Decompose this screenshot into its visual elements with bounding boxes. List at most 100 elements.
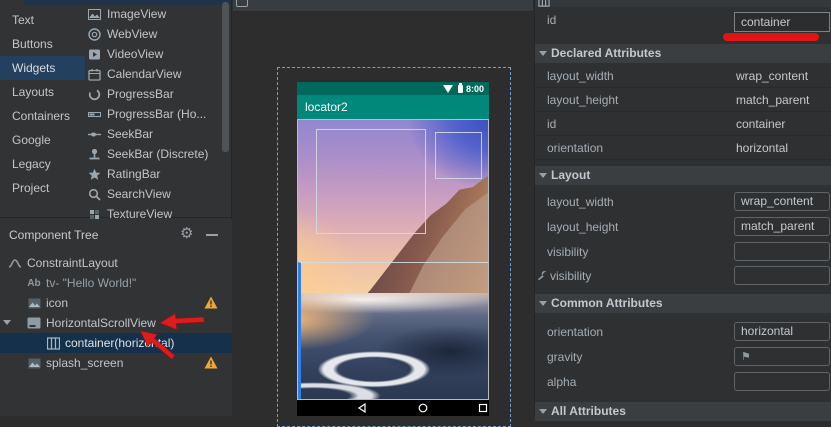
palette-category-google[interactable]: Google	[0, 128, 85, 152]
palette-category-layouts[interactable]: Layouts	[0, 80, 85, 104]
attr-value[interactable]: horizontal	[736, 141, 788, 155]
webview-icon	[88, 28, 101, 41]
tools-visibility-combo[interactable]	[734, 266, 830, 285]
id-label: id	[547, 13, 556, 27]
attr-name: visibility	[547, 245, 588, 259]
tree-item-label: HorizontalScrollView	[46, 316, 156, 330]
attr-name: id	[547, 117, 556, 131]
palette-item-calendarview[interactable]: CalendarView	[88, 64, 222, 84]
attr-value[interactable]: wrap_content	[736, 69, 808, 83]
attr-name: layout_width	[547, 69, 614, 83]
attr-row[interactable]: layout_width wrap_content	[535, 190, 831, 214]
gravity-field[interactable]: ⚑	[734, 347, 830, 366]
textview-icon: Ab	[27, 277, 41, 290]
videoview-icon	[88, 48, 101, 61]
alpha-field[interactable]	[734, 372, 830, 391]
palette-category-project[interactable]: Project	[0, 176, 85, 200]
tree-item-splash-screen[interactable]: splash_screen	[0, 353, 232, 373]
component-tree-title: Component Tree	[9, 227, 98, 243]
attr-value[interactable]: match_parent	[736, 93, 809, 107]
palette-item-label: SearchView	[107, 184, 171, 204]
palette-item-label: ImageView	[107, 4, 166, 24]
palette-item-label: VideoView	[107, 44, 163, 64]
attr-row[interactable]: orientation horizontal	[535, 136, 831, 160]
view-bounds-rect-1[interactable]	[316, 129, 426, 234]
palette-item-webview[interactable]: WebView	[88, 24, 222, 44]
tree-item-container[interactable]: container(horizontal)	[0, 333, 232, 353]
phone-preview[interactable]: 8:00 locator2	[297, 82, 489, 416]
section-all-attributes[interactable]: All Attributes	[535, 402, 831, 421]
id-input[interactable]: container	[734, 12, 830, 32]
linearlayout-horizontal-icon	[46, 337, 60, 350]
chevron-expanded-icon	[539, 51, 547, 56]
tree-item-label: ConstraintLayout	[27, 256, 118, 270]
section-declared-attributes[interactable]: Declared Attributes	[535, 44, 831, 63]
design-canvas[interactable]: 8:00 locator2	[233, 0, 533, 416]
tree-item-constraintlayout[interactable]: ConstraintLayout	[0, 253, 232, 273]
attr-row[interactable]: visibility	[535, 240, 831, 264]
palette-category-text[interactable]: Text	[0, 8, 85, 32]
chevron-expanded-icon	[539, 409, 547, 414]
section-title: Declared Attributes	[551, 46, 661, 60]
palette-item-progressbar-horizontal[interactable]: ProgressBar (Ho...	[88, 104, 222, 124]
orientation-combo[interactable]: horizontal	[734, 322, 830, 341]
visibility-combo[interactable]	[734, 242, 830, 261]
recents-icon[interactable]	[478, 403, 488, 413]
section-common-attributes[interactable]: Common Attributes	[535, 294, 831, 313]
palette-scrollbar[interactable]	[222, 2, 229, 152]
section-layout[interactable]: Layout	[535, 166, 831, 185]
palette-item-progressbar[interactable]: ProgressBar	[88, 84, 222, 104]
attr-row[interactable]: layout_height match_parent	[535, 88, 831, 112]
home-icon[interactable]	[418, 403, 428, 413]
attr-name: visibility	[550, 269, 591, 283]
attr-row[interactable]: alpha	[535, 370, 831, 394]
back-icon[interactable]	[357, 403, 367, 413]
palette-category-widgets[interactable]: Widgets	[0, 56, 85, 80]
attr-row[interactable]: layout_width wrap_content	[535, 64, 831, 88]
gear-icon[interactable]: ⚙	[180, 224, 193, 242]
palette-item-searchview[interactable]: SearchView	[88, 184, 222, 204]
attr-row[interactable]: gravity ⚑	[535, 345, 831, 369]
attr-row[interactable]: id container	[535, 112, 831, 136]
searchview-icon	[88, 188, 101, 201]
view-bounds-rect-2[interactable]	[435, 132, 482, 179]
phone-status-bar: 8:00	[297, 82, 489, 95]
attr-row[interactable]: orientation horizontal	[535, 320, 831, 344]
layout-height-combo[interactable]: match_parent	[734, 217, 830, 236]
palette-item-seekbar-discrete[interactable]: SeekBar (Discrete)	[88, 144, 222, 164]
attr-name: layout_width	[547, 195, 614, 209]
palette-item-ratingbar[interactable]: RatingBar	[88, 164, 222, 184]
chevron-expanded-icon	[539, 301, 547, 306]
phone-nav-bar	[297, 400, 489, 416]
palette-panel: Text Buttons Widgets Layouts Containers …	[0, 0, 232, 218]
minimize-icon[interactable]	[206, 234, 218, 236]
imageview-icon	[27, 357, 41, 370]
chevron-expanded-icon[interactable]	[3, 320, 11, 325]
chevron-expanded-icon	[539, 173, 547, 178]
palette-category-containers[interactable]: Containers	[0, 104, 85, 128]
palette-item-label: CalendarView	[107, 64, 182, 84]
status-time: 8:00	[466, 84, 484, 94]
attr-name: alpha	[547, 375, 576, 389]
palette-category-legacy[interactable]: Legacy	[0, 152, 85, 176]
linearlayout-horizontal-icon	[538, 0, 550, 7]
tree-item-textview[interactable]: Ab tv- "Hello World!"	[0, 273, 232, 293]
attr-name: layout_height	[547, 220, 618, 234]
palette-category-buttons[interactable]: Buttons	[0, 32, 85, 56]
attr-row[interactable]: layout_height match_parent	[535, 215, 831, 239]
tree-item-icon[interactable]: icon	[0, 293, 232, 313]
flag-icon[interactable]: ⚑	[741, 351, 751, 363]
device-icon[interactable]	[236, 0, 248, 7]
tree-item-label: icon	[46, 296, 68, 310]
container-selected-bounds[interactable]	[298, 262, 489, 400]
palette-item-imageview[interactable]: ImageView	[88, 4, 222, 24]
canvas-toolbar	[233, 0, 533, 12]
layout-width-combo[interactable]: wrap_content	[734, 192, 830, 211]
attr-value[interactable]: container	[736, 117, 785, 131]
attr-row[interactable]: visibility	[535, 264, 831, 288]
palette-item-seekbar[interactable]: SeekBar	[88, 124, 222, 144]
tree-item-horizontalscrollview[interactable]: HorizontalScrollView	[0, 313, 232, 333]
splash-screen-image[interactable]	[297, 119, 489, 400]
constraintlayout-icon	[8, 257, 22, 270]
palette-item-videoview[interactable]: VideoView	[88, 44, 222, 64]
